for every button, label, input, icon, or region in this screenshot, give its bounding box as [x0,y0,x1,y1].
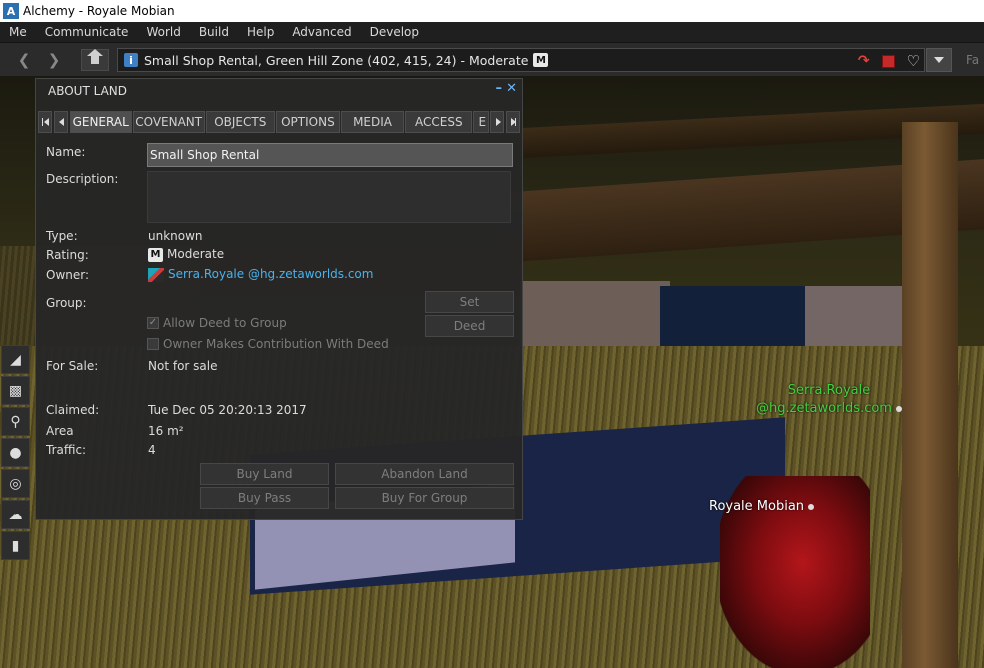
tab-first-arrow-icon[interactable] [38,111,52,133]
nametag-line-2: @hg.zetaworlds.com [756,401,892,416]
parcel-name-input[interactable] [147,143,513,167]
window-title: Alchemy - Royale Mobian [23,4,175,18]
info-icon[interactable]: i [124,53,138,67]
home-button[interactable] [81,49,109,71]
teleport-icon[interactable]: ↷ [858,53,870,69]
owner-contribution-checkbox[interactable]: Owner Makes Contribution With Deed [147,337,389,351]
menu-me[interactable]: Me [0,25,36,39]
description-label: Description: [46,172,119,186]
abandon-land-button[interactable]: Abandon Land [335,463,514,485]
avatar-nametag-serra[interactable]: Serra.Royale @hg.zetaworlds.com [756,382,902,418]
menu-world[interactable]: World [137,25,189,39]
menu-help[interactable]: Help [238,25,283,39]
checkbox-box [147,338,159,350]
nametag-line-1: Serra.Royale [787,383,871,398]
avatar-nametag-royale[interactable]: Royale Mobian [709,499,815,514]
allow-deed-label: Allow Deed to Group [163,316,287,330]
owner-link[interactable]: Serra.Royale @hg.zetaworlds.com [168,267,373,281]
traffic-value: 4 [148,443,156,457]
weather-cloud-icon[interactable]: ☁ [1,500,30,529]
rating-badge: M [148,247,163,262]
claimed-value: Tue Dec 05 20:20:13 2017 [148,403,307,417]
left-toolbar: ◢ ▩ ⚲ ● ◎ ☁ ▮ [1,345,30,562]
floater-title: ABOUT LAND [48,84,127,98]
minimize-icon[interactable]: – [496,81,503,96]
tab-covenant[interactable]: COVENANT [132,111,205,133]
name-label: Name: [46,145,86,159]
app-logo-icon: A [3,3,19,19]
tab-last-arrow-icon[interactable] [506,111,520,133]
home-icon [87,49,103,66]
owner-value-row: Serra.Royale @hg.zetaworlds.com [148,267,373,282]
tab-strip: GENERAL COVENANT OBJECTS OPTIONS MEDIA A… [38,111,522,133]
menu-build[interactable]: Build [190,25,238,39]
allow-deed-checkbox[interactable]: ✓ Allow Deed to Group [147,316,287,330]
area-value: 16 m² [148,424,184,438]
tab-next-arrow-icon[interactable] [490,111,505,133]
owner-contribution-label: Owner Makes Contribution With Deed [163,337,389,351]
tab-general[interactable]: GENERAL [69,111,132,133]
back-arrow-icon[interactable]: ❮ [12,49,36,71]
buy-land-button[interactable]: Buy Land [200,463,329,485]
tab-media[interactable]: MEDIA [340,111,405,133]
tab-prev-arrow-icon[interactable] [53,111,68,133]
wood-post [902,122,958,668]
description-textarea[interactable] [147,171,511,223]
deed-button[interactable]: Deed [425,315,514,337]
set-group-button[interactable]: Set [425,291,514,313]
rating-value: Moderate [167,247,225,261]
type-value: unknown [148,229,203,243]
radar-icon[interactable]: ◎ [1,469,30,498]
status-dot-icon [895,406,902,412]
location-bar[interactable]: i Small Shop Rental, Green Hill Zone (40… [117,48,925,72]
buy-for-group-button[interactable]: Buy For Group [335,487,514,509]
stats-bars-icon[interactable]: ▮ [1,531,30,560]
area-label: Area [46,424,74,438]
location-text: Small Shop Rental, Green Hill Zone (402,… [144,52,529,68]
tab-options[interactable]: OPTIONS [275,111,340,133]
rating-value-row: M Moderate [148,247,224,262]
close-icon[interactable]: ✕ [506,81,517,96]
buy-pass-button[interactable]: Buy Pass [200,487,329,509]
tab-experiences[interactable]: E [473,111,490,133]
rating-badge: M [533,53,549,67]
menu-develop[interactable]: Develop [361,25,428,39]
tab-access[interactable]: ACCESS [405,111,473,133]
inventory-icon[interactable]: ▩ [1,376,30,405]
window-title-bar: A Alchemy - Royale Mobian [0,0,984,22]
menu-bar: Me Communicate World Build Help Advanced… [0,22,984,42]
location-dropdown-button[interactable] [926,48,952,72]
favorites-bar-label[interactable]: Fa [966,53,979,67]
favorite-heart-icon[interactable]: ♡ [907,52,920,70]
floater-header[interactable]: ABOUT LAND – ✕ [36,79,522,103]
rating-label: Rating: [46,248,89,262]
map-pin-icon[interactable]: ● [1,438,30,467]
type-label: Type: [46,229,78,243]
build-cube-icon[interactable] [881,54,895,68]
appearance-shirt-icon[interactable]: ◢ [1,345,30,374]
group-label: Group: [46,296,87,310]
traffic-label: Traffic: [46,443,87,457]
navigation-bar: ❮ ❯ i Small Shop Rental, Green Hill Zone… [0,42,984,76]
claimed-label: Claimed: [46,403,100,417]
for-sale-value: Not for sale [148,359,218,373]
nametag-text: Royale Mobian [709,499,805,514]
for-sale-label: For Sale: [46,359,99,373]
owner-avatar-icon [148,267,164,282]
status-dot-icon [808,504,815,510]
menu-advanced[interactable]: Advanced [283,25,360,39]
owner-label: Owner: [46,268,90,282]
checkmark-icon: ✓ [147,317,159,329]
menu-communicate[interactable]: Communicate [36,25,138,39]
about-land-floater: ABOUT LAND – ✕ GENERAL COVENANT OBJECTS … [35,78,523,520]
tab-objects[interactable]: OBJECTS [205,111,275,133]
forward-arrow-icon[interactable]: ❯ [42,49,66,71]
search-icon[interactable]: ⚲ [1,407,30,436]
